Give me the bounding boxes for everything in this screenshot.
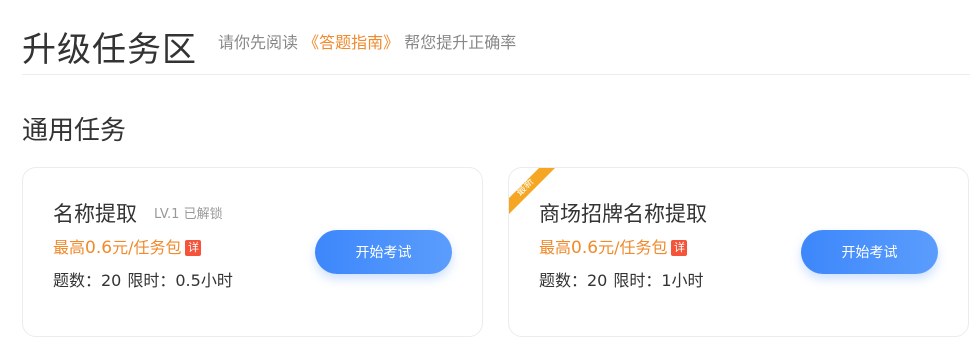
guide-hint: 请你先阅读 《答题指南》 帮您提升正确率 (218, 29, 516, 53)
reward-amount: 0.6 (571, 238, 599, 258)
question-count: 题数：20 (53, 271, 122, 290)
reward-suffix: 元/任务包 (598, 238, 668, 257)
guide-link[interactable]: 《答题指南》 (303, 33, 399, 52)
task-card-mall-sign-extraction: 最新 商场招牌名称提取 最高0.6元/任务包详 题数：20 限时：1小时 开始考试 (508, 167, 969, 337)
time-limit: 限时：0.5小时 (127, 271, 233, 290)
start-exam-button[interactable]: 开始考试 (801, 230, 938, 274)
question-count: 题数：20 (539, 271, 608, 290)
reward-prefix: 最高 (53, 238, 86, 257)
task-name: 名称提取 (53, 202, 137, 226)
time-limit: 限时：1小时 (613, 271, 704, 290)
guide-hint-suffix: 帮您提升正确率 (404, 33, 517, 52)
reward-suffix: 元/任务包 (112, 238, 182, 257)
page-header: 升级任务区 请你先阅读 《答题指南》 帮您提升正确率 (22, 18, 970, 75)
task-card-name-extraction: 名称提取 LV.1 已解锁 最高0.6元/任务包详 题数：20 限时：0.5小时 … (22, 167, 483, 337)
detail-badge[interactable]: 详 (671, 240, 688, 256)
reward-prefix: 最高 (539, 238, 572, 257)
reward-info: 最高0.6元/任务包详 (53, 234, 202, 258)
task-meta: 题数：20 限时：0.5小时 (53, 267, 233, 291)
task-meta: 题数：20 限时：1小时 (539, 267, 704, 291)
guide-hint-prefix: 请你先阅读 (218, 33, 299, 52)
level-status: LV.1 已解锁 (154, 207, 223, 222)
task-name: 商场招牌名称提取 (539, 202, 707, 226)
page-title: 升级任务区 (22, 30, 197, 70)
reward-amount: 0.6 (85, 238, 113, 258)
section-title: 通用任务 (22, 116, 127, 146)
reward-info: 最高0.6元/任务包详 (539, 234, 688, 258)
detail-badge[interactable]: 详 (185, 240, 202, 256)
start-exam-button[interactable]: 开始考试 (315, 230, 452, 274)
